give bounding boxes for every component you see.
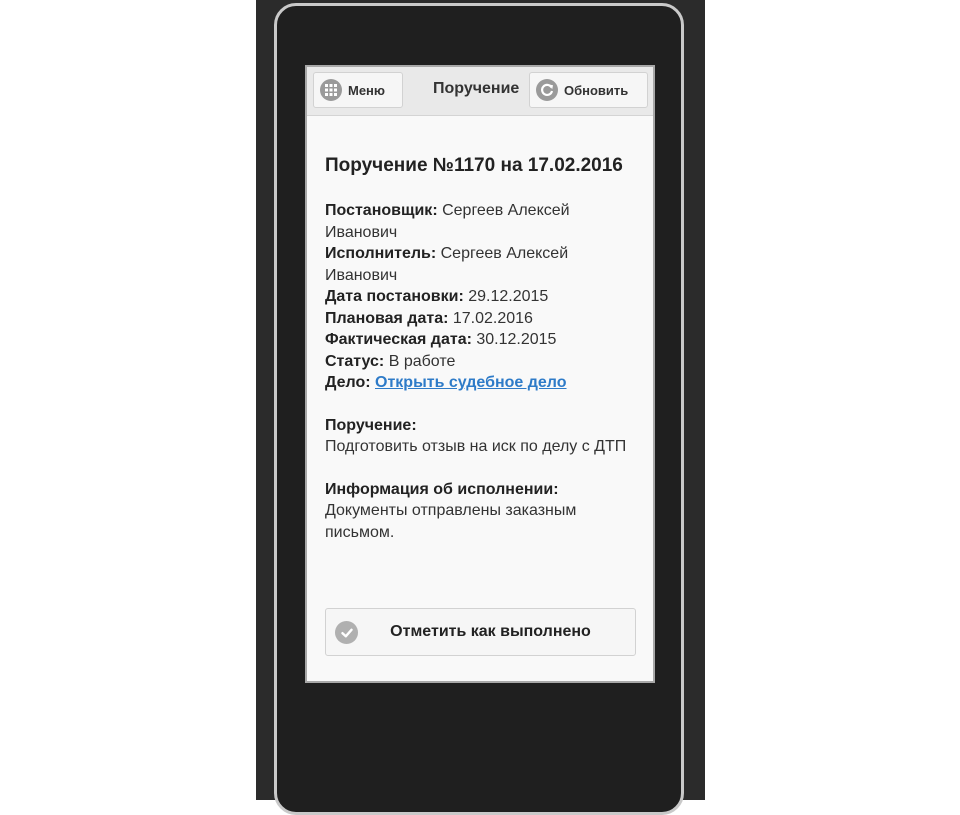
menu-button-label: Меню — [348, 82, 386, 98]
field-label: Постановщик: — [325, 202, 438, 219]
execution-label: Информация об исполнении: — [325, 480, 559, 498]
check-icon — [335, 621, 358, 644]
field-status: Статус: В работе — [325, 351, 637, 373]
assignment-text: Подготовить отзыв на иск по делу с ДТП — [325, 438, 627, 455]
field-label: Исполнитель: — [325, 245, 437, 262]
field-executor: Исполнитель: Сергеев Алексей Иванович — [325, 243, 637, 286]
mark-done-button[interactable]: Отметить как выполнено — [325, 608, 636, 656]
page-title: Поручение — [433, 80, 520, 97]
task-details: Поручение №1170 на 17.02.2016 Постановщи… — [325, 152, 637, 543]
task-title: Поручение №1170 на 17.02.2016 — [325, 155, 623, 176]
field-planned-date: Плановая дата: 17.02.2016 — [325, 308, 637, 330]
field-setter: Постановщик: Сергеев Алексей Иванович — [325, 200, 637, 243]
header-bar: Меню Поручение Обновить — [307, 67, 653, 116]
field-label: Фактическая дата: — [325, 331, 472, 348]
field-label: Статус: — [325, 352, 385, 370]
field-case: Дело: Открыть судебное дело — [325, 372, 637, 394]
field-value: 17.02.2016 — [452, 309, 533, 327]
stage: Меню Поручение Обновить Поручение №1170 … — [0, 0, 960, 815]
refresh-button-label: Обновить — [564, 82, 629, 98]
field-actual-date: Фактическая дата: 30.12.2015 — [325, 329, 637, 351]
refresh-icon — [536, 79, 558, 101]
grid-icon — [320, 79, 342, 101]
menu-button[interactable]: Меню — [313, 72, 403, 108]
app-screen: Меню Поручение Обновить Поручение №1170 … — [305, 65, 655, 683]
open-case-link[interactable]: Открыть судебное дело — [375, 374, 567, 391]
assignment-section: Поручение: Подготовить отзыв на иск по д… — [325, 415, 637, 458]
field-label: Дата постановки: — [325, 288, 464, 305]
field-value: 29.12.2015 — [468, 288, 549, 305]
execution-text: Документы отправлены заказным письмом. — [325, 502, 577, 541]
execution-section: Информация об исполнении: Документы отпр… — [325, 479, 637, 544]
field-label: Дело: — [325, 374, 371, 391]
mark-done-label: Отметить как выполнено — [390, 623, 591, 640]
assignment-label: Поручение: — [325, 416, 417, 434]
field-value: В работе — [388, 352, 456, 370]
field-set-date: Дата постановки: 29.12.2015 — [325, 286, 637, 308]
field-value: 30.12.2015 — [476, 331, 557, 348]
refresh-button[interactable]: Обновить — [529, 72, 648, 108]
field-label: Плановая дата: — [325, 309, 449, 327]
